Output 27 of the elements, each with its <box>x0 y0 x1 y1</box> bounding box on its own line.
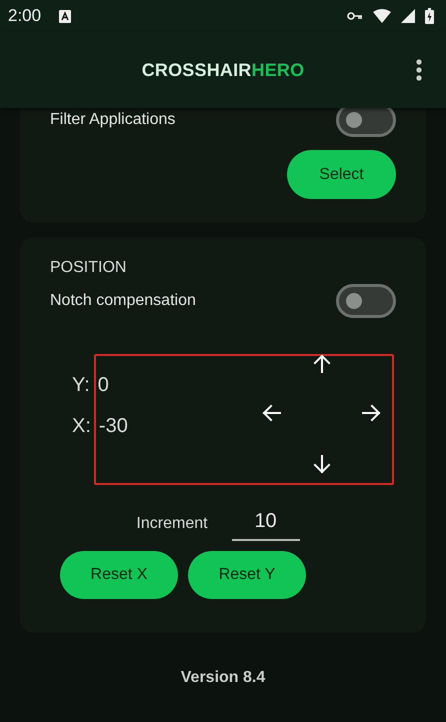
coordinate-label: Y: <box>72 374 90 396</box>
arrow-left-button[interactable] <box>262 403 282 423</box>
more-options-icon[interactable] <box>416 59 422 81</box>
increment-field[interactable]: 10 <box>232 506 300 541</box>
setting-label: Filter Applications <box>50 111 176 129</box>
coordinate-label: X: <box>72 415 91 437</box>
signal-icon <box>401 9 415 23</box>
toggle-switch[interactable] <box>336 284 396 318</box>
arrow-down-button[interactable] <box>312 454 332 474</box>
version-text: Version 8.4 <box>180 669 266 687</box>
arrow-right-button[interactable] <box>361 403 381 423</box>
increment-label: Increment <box>136 514 208 532</box>
arrow-up-button[interactable] <box>312 354 332 374</box>
select-button[interactable]: Select <box>287 150 396 199</box>
key-icon <box>347 12 363 20</box>
keyboard-notification-icon <box>59 10 72 22</box>
reset-y-button[interactable]: Reset Y <box>188 551 306 599</box>
wifi-icon <box>373 9 391 23</box>
coordinate-value: -30 <box>98 415 128 437</box>
setting-label: Notch compensation <box>50 292 196 310</box>
section-heading: POSITION <box>50 259 128 277</box>
battery-charging-icon <box>425 8 434 24</box>
toggle-switch[interactable] <box>336 108 396 137</box>
coordinate-value: 0 <box>98 374 109 396</box>
reset-x-button[interactable]: Reset X <box>60 551 178 599</box>
status-time: 2:00 <box>8 6 42 26</box>
app-title: CROSSHAIRHERO <box>142 60 304 80</box>
